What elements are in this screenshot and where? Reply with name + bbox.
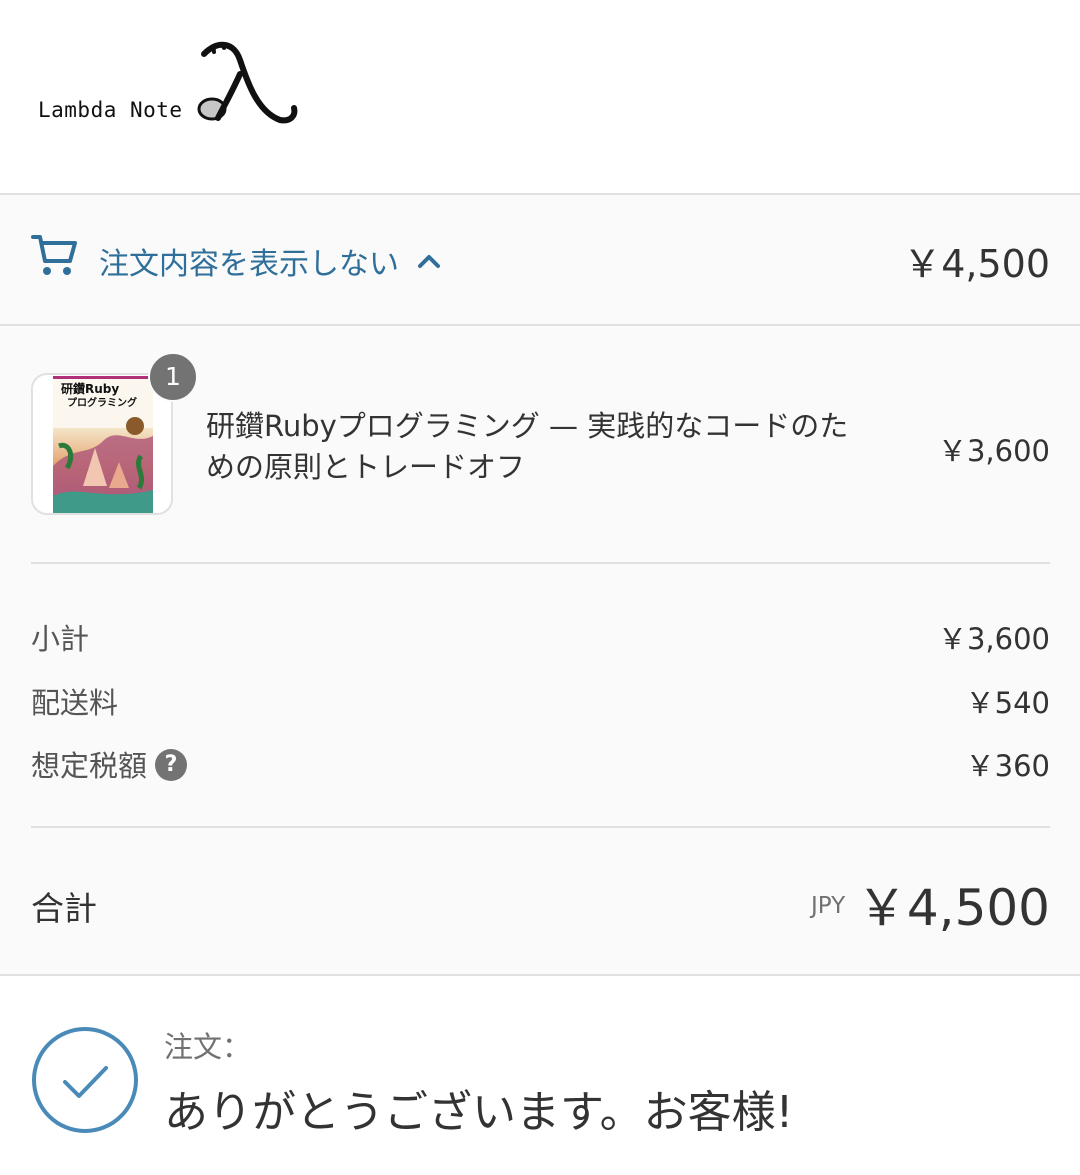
product-price: ￥3,600 — [937, 434, 1050, 468]
checkmark-circle-icon — [32, 1027, 138, 1133]
product-thumbnail: 研鑽Ruby プログラミング — [31, 373, 173, 515]
tax-label: 想定税額 — [31, 749, 148, 783]
summary-total-price: ￥4,500 — [903, 242, 1050, 286]
total-label: 合計 — [31, 889, 97, 928]
cart-icon — [31, 235, 77, 275]
chevron-up-icon — [418, 255, 440, 268]
divider — [31, 826, 1050, 828]
tax-row: 想定税額? — [31, 743, 188, 785]
lambda-note-logo[interactable]: Lambda Note — [36, 40, 306, 130]
cover-title-line-1: 研鑽Ruby — [61, 381, 119, 396]
thank-you-heading: ありがとうございます。お客様! — [164, 1087, 794, 1138]
total-amount: ￥4,500 — [856, 879, 1050, 937]
divider — [31, 562, 1050, 564]
order-label: 注文： — [164, 1030, 252, 1064]
order-summary: 研鑽Ruby プログラミング 1 研鑽Rubyプログラミング — 実践的なコード… — [0, 326, 1080, 976]
quantity-badge: 1 — [148, 352, 198, 402]
shipping-value: ￥540 — [965, 686, 1050, 720]
site-header: Lambda Note — [0, 0, 1080, 195]
order-summary-toggle[interactable]: 注文内容を表示しない ￥4,500 — [0, 195, 1080, 326]
subtotal-label: 小計 — [31, 622, 90, 656]
shipping-label: 配送料 — [31, 686, 119, 720]
lambda-icon — [197, 42, 298, 124]
book-cover-image: 研鑽Ruby プログラミング — [53, 376, 153, 513]
total-currency: JPY — [811, 893, 846, 919]
subtotal-value: ￥3,600 — [937, 622, 1050, 656]
thank-you-section: 注文： ありがとうございます。お客様! — [0, 976, 1080, 1175]
product-title: 研鑽Rubyプログラミング — 実践的なコードのための原則とトレードオフ — [206, 409, 849, 484]
help-icon[interactable]: ? — [155, 749, 188, 781]
cover-title-line-2: プログラミング — [67, 396, 137, 409]
tax-value: ￥360 — [965, 749, 1050, 783]
toggle-summary-label[interactable]: 注文内容を表示しない — [99, 239, 399, 283]
logo-text: Lambda Note — [38, 98, 183, 122]
